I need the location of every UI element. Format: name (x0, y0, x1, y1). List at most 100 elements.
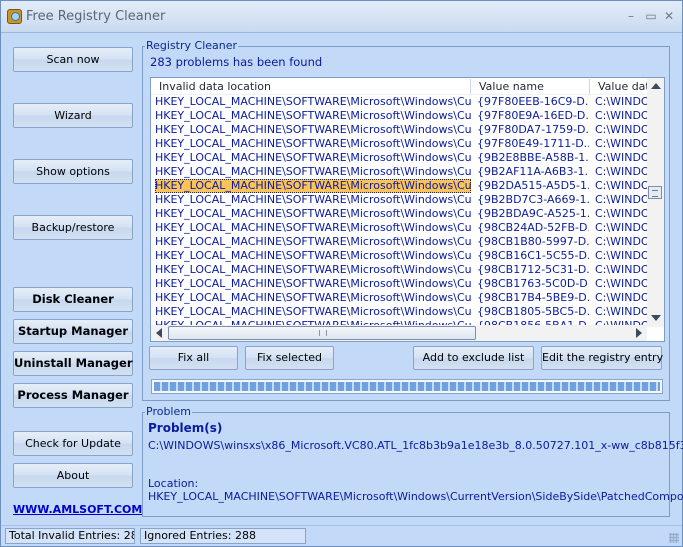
cell-value-name: {98CB17B4-5BE9-D... (477, 291, 589, 304)
window-title: Free Registry Cleaner (26, 9, 166, 24)
cell-value-data: C:\WINDO (595, 109, 647, 122)
cell-value-name: {9B2E8BBE-A58B-1... (477, 151, 589, 164)
table-row[interactable]: HKEY_LOCAL_MACHINE\SOFTWARE\Microsoft\Wi… (151, 137, 647, 151)
fix-all-button[interactable]: Fix all (149, 346, 238, 370)
minimize-button[interactable]: – (623, 9, 639, 23)
cell-value-name: {98CB1763-5C0D-D... (477, 277, 589, 290)
problems-found-text: 283 problems has been found (150, 55, 323, 69)
cell-value-data: C:\WINDO (595, 305, 647, 318)
cell-location: HKEY_LOCAL_MACHINE\SOFTWARE\Microsoft\Wi… (155, 109, 471, 122)
cell-location: HKEY_LOCAL_MACHINE\SOFTWARE\Microsoft\Wi… (155, 193, 471, 206)
resize-grip-icon[interactable] (669, 533, 679, 543)
scan-now-button[interactable]: Scan now (13, 47, 133, 72)
cell-value-data: C:\WINDO (595, 165, 647, 178)
edit-registry-entry-button[interactable]: Edit the registry entry (541, 346, 663, 370)
cell-value-data: C:\WINDO (595, 263, 647, 276)
cell-value-data: C:\WINDO (595, 123, 647, 136)
uninstall-manager-button[interactable]: Uninstall Manager (13, 351, 133, 376)
registry-cleaner-group-label: Registry Cleaner (145, 39, 239, 52)
registry-results-list[interactable]: Invalid data location Value name Value d… (150, 77, 665, 342)
show-options-button[interactable]: Show options (13, 159, 133, 184)
scroll-up-arrow-icon[interactable] (651, 83, 661, 89)
startup-manager-button[interactable]: Startup Manager (13, 319, 133, 344)
cell-value-name: {97F80E9A-16ED-D... (477, 109, 589, 122)
location-label: Location: (148, 477, 199, 490)
amlsoft-website-link[interactable]: WWW.AMLSOFT.COM (13, 503, 142, 516)
cell-value-name: {9B2AF11A-A6B3-1... (477, 165, 589, 178)
cell-location: HKEY_LOCAL_MACHINE\SOFTWARE\Microsoft\Wi… (155, 277, 471, 290)
cell-value-data: C:\WINDO (595, 221, 647, 234)
cell-location: HKEY_LOCAL_MACHINE\SOFTWARE\Microsoft\Wi… (155, 221, 471, 234)
horizontal-scroll-thumb[interactable] (168, 326, 476, 340)
cell-value-name: {97F80DA7-1759-D... (477, 123, 589, 136)
cell-value-name: {98CB16C1-5C55-D... (477, 249, 589, 262)
problem-group-label: Problem (145, 405, 192, 418)
cell-location: HKEY_LOCAL_MACHINE\SOFTWARE\Microsoft\Wi… (155, 95, 471, 108)
title-bar[interactable]: Free Registry Cleaner – ▭ ✕ (1, 1, 682, 33)
location-path: HKEY_LOCAL_MACHINE\SOFTWARE\Microsoft\Wi… (148, 490, 683, 503)
cell-location: HKEY_LOCAL_MACHINE\SOFTWARE\Microsoft\Wi… (155, 151, 471, 164)
add-to-exclude-list-button[interactable]: Add to exclude list (413, 346, 534, 370)
table-row[interactable]: HKEY_LOCAL_MACHINE\SOFTWARE\Microsoft\Wi… (151, 179, 647, 193)
wizard-button[interactable]: Wizard (13, 103, 133, 128)
check-for-update-button[interactable]: Check for Update (13, 431, 133, 456)
close-button[interactable]: ✕ (661, 9, 677, 23)
column-header-value-data[interactable]: Value data (590, 79, 650, 94)
cell-value-data: C:\WINDO (595, 193, 647, 206)
table-row[interactable]: HKEY_LOCAL_MACHINE\SOFTWARE\Microsoft\Wi… (151, 207, 647, 221)
vertical-scrollbar[interactable] (647, 78, 664, 327)
cell-value-name: {98CB1712-5C31-D... (477, 263, 589, 276)
table-row[interactable]: HKEY_LOCAL_MACHINE\SOFTWARE\Microsoft\Wi… (151, 221, 647, 235)
table-row[interactable]: HKEY_LOCAL_MACHINE\SOFTWARE\Microsoft\Wi… (151, 109, 647, 123)
cell-value-name: {98CB1805-5BC5-D... (477, 305, 589, 318)
cell-location: HKEY_LOCAL_MACHINE\SOFTWARE\Microsoft\Wi… (155, 207, 471, 220)
table-row[interactable]: HKEY_LOCAL_MACHINE\SOFTWARE\Microsoft\Wi… (151, 95, 647, 109)
scroll-down-arrow-icon[interactable] (651, 315, 661, 321)
cell-value-data: C:\WINDO (595, 95, 647, 108)
cell-value-name: {97F80EEB-16C9-D... (477, 95, 589, 108)
scroll-right-arrow-icon[interactable] (636, 328, 642, 338)
table-row[interactable]: HKEY_LOCAL_MACHINE\SOFTWARE\Microsoft\Wi… (151, 151, 647, 165)
table-row[interactable]: HKEY_LOCAL_MACHINE\SOFTWARE\Microsoft\Wi… (151, 263, 647, 277)
vertical-scroll-thumb[interactable] (648, 186, 662, 199)
table-row[interactable]: HKEY_LOCAL_MACHINE\SOFTWARE\Microsoft\Wi… (151, 235, 647, 249)
table-row[interactable]: HKEY_LOCAL_MACHINE\SOFTWARE\Microsoft\Wi… (151, 165, 647, 179)
app-logo-icon (7, 9, 22, 24)
cell-value-name: {9B2BDA9C-A525-1... (477, 207, 589, 220)
cell-value-data: C:\WINDO (595, 207, 647, 220)
problem-path: C:\WINDOWS\winsxs\x86_Microsoft.VC80.ATL… (148, 439, 683, 452)
table-row[interactable]: HKEY_LOCAL_MACHINE\SOFTWARE\Microsoft\Wi… (151, 123, 647, 137)
backup-restore-button[interactable]: Backup/restore (13, 215, 133, 240)
disk-cleaner-button[interactable]: Disk Cleaner (13, 287, 133, 312)
fix-selected-button[interactable]: Fix selected (245, 346, 334, 370)
cell-value-data: C:\WINDO (595, 151, 647, 164)
table-row[interactable]: HKEY_LOCAL_MACHINE\SOFTWARE\Microsoft\Wi… (151, 249, 647, 263)
maximize-button[interactable]: ▭ (643, 9, 659, 23)
horizontal-scrollbar[interactable] (151, 325, 647, 341)
cell-location: HKEY_LOCAL_MACHINE\SOFTWARE\Microsoft\Wi… (155, 291, 471, 304)
column-header-location[interactable]: Invalid data location (151, 79, 471, 94)
table-row[interactable]: HKEY_LOCAL_MACHINE\SOFTWARE\Microsoft\Wi… (151, 193, 647, 207)
app-window: Free Registry Cleaner – ▭ ✕ Scan now Wiz… (0, 0, 683, 547)
cell-value-data: C:\WINDO (595, 277, 647, 290)
table-row[interactable]: HKEY_LOCAL_MACHINE\SOFTWARE\Microsoft\Wi… (151, 277, 647, 291)
status-bar: Total Invalid Entries: 288 Ignored Entri… (1, 525, 682, 546)
cell-value-data: C:\WINDO (595, 235, 647, 248)
scroll-left-arrow-icon[interactable] (156, 328, 162, 338)
list-header: Invalid data location Value name Value d… (151, 78, 650, 95)
table-row[interactable]: HKEY_LOCAL_MACHINE\SOFTWARE\Microsoft\Wi… (151, 305, 647, 319)
scan-progress-fill (154, 382, 660, 391)
table-row[interactable]: HKEY_LOCAL_MACHINE\SOFTWARE\Microsoft\Wi… (151, 291, 647, 305)
list-rows: HKEY_LOCAL_MACHINE\SOFTWARE\Microsoft\Wi… (151, 95, 647, 327)
cell-value-data: C:\WINDO (595, 137, 647, 150)
process-manager-button[interactable]: Process Manager (13, 383, 133, 408)
cell-location: HKEY_LOCAL_MACHINE\SOFTWARE\Microsoft\Wi… (155, 165, 471, 178)
ignored-entries-status: Ignored Entries: 288 (140, 528, 306, 544)
column-header-value-name[interactable]: Value name (471, 79, 590, 94)
cell-value-name: {97F80E49-1711-D... (477, 137, 589, 150)
about-button[interactable]: About (13, 463, 133, 488)
problem-title: Problem(s) (148, 421, 223, 435)
cell-value-data: C:\WINDO (595, 291, 647, 304)
cell-value-name: {9B2BD7C3-A669-1... (477, 193, 589, 206)
cell-value-data: C:\WINDO (595, 249, 647, 262)
